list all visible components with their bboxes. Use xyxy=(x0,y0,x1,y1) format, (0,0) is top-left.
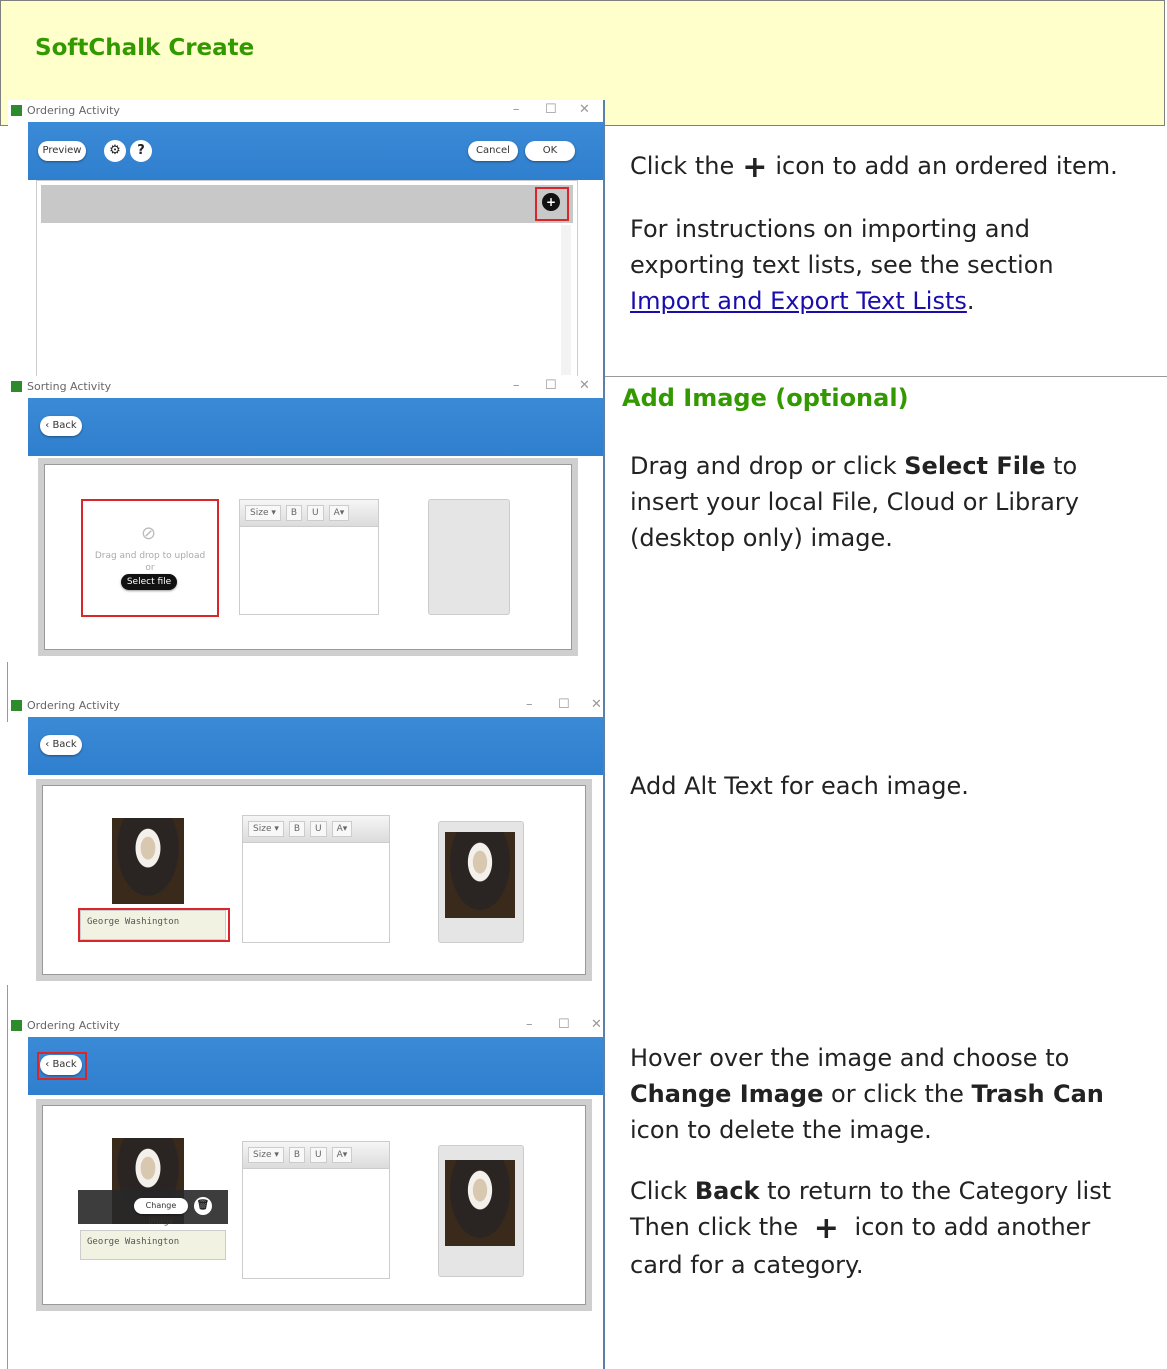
underline-button[interactable]: U xyxy=(307,505,324,521)
size-dropdown[interactable]: Size ▾ xyxy=(248,821,284,837)
image-icon: ⊘ xyxy=(141,523,157,544)
window-title: Ordering Activity xyxy=(27,1019,120,1032)
import-export-link[interactable]: Import and Export Text Lists xyxy=(630,287,967,315)
change-image-button[interactable]: Change image xyxy=(134,1198,188,1226)
toolbar: Preview ⚙ ? Cancel OK xyxy=(28,122,603,180)
back-button[interactable]: ‹ Back xyxy=(40,416,82,436)
maximize-icon[interactable]: ☐ xyxy=(545,102,557,117)
alt-text-instruction: Add Alt Text for each image. xyxy=(630,772,969,800)
ok-button[interactable]: OK xyxy=(525,141,575,161)
maximize-icon[interactable]: ☐ xyxy=(558,1017,570,1032)
toolbar: ‹ Back xyxy=(28,398,603,456)
app-icon xyxy=(11,1020,22,1031)
scrollbar[interactable] xyxy=(561,225,571,375)
minimize-icon[interactable]: – xyxy=(526,1017,533,1032)
underline-button[interactable]: U xyxy=(310,821,327,837)
add-image-heading: Add Image (optional) xyxy=(622,384,909,412)
import-instruction: For instructions on importing and export… xyxy=(630,215,1054,315)
select-file-button[interactable]: Select file xyxy=(121,574,177,590)
text-editor[interactable]: Size ▾ B U A▾ xyxy=(242,1141,390,1279)
window-title: Ordering Activity xyxy=(27,699,120,712)
or-text: or xyxy=(145,563,155,573)
card-portrait xyxy=(445,1160,515,1246)
bold-button[interactable]: B xyxy=(288,1147,306,1163)
bold-button[interactable]: B xyxy=(288,821,306,837)
back-highlight xyxy=(37,1052,87,1080)
step-3-text: Add Alt Text for each image. xyxy=(630,768,1140,829)
format-toolbar: Size ▾ B U A▾ xyxy=(240,500,378,527)
card-preview xyxy=(438,1145,524,1277)
app-icon xyxy=(11,105,22,116)
plus-icon: + xyxy=(813,1211,839,1246)
step-2-text: Drag and drop or click Select File to in… xyxy=(630,448,1140,581)
bold-button[interactable]: B xyxy=(285,505,303,521)
color-button[interactable]: A▾ xyxy=(331,821,353,837)
alt-text-field[interactable]: George Washington xyxy=(80,1230,226,1260)
app-icon xyxy=(11,700,22,711)
size-dropdown[interactable]: Size ▾ xyxy=(248,1147,284,1163)
preview-button[interactable]: Preview xyxy=(38,141,86,161)
page-title: SoftChalk Create xyxy=(35,35,255,61)
card-portrait xyxy=(445,832,515,918)
alt-text-screenshot: Ordering Activity – ☐ ✕ ‹ Back George Wa… xyxy=(8,695,603,985)
toolbar: ‹ Back xyxy=(28,1037,603,1095)
underline-button[interactable]: U xyxy=(310,1147,327,1163)
window-titlebar: Sorting Activity – ☐ ✕ xyxy=(8,376,603,398)
add-item-instruction: Click the + icon to add an ordered item. xyxy=(630,150,1118,185)
window-titlebar: Ordering Activity – ☐ ✕ xyxy=(8,100,603,122)
window-titlebar: Ordering Activity – ☐ ✕ xyxy=(8,1015,603,1037)
upload-hint: Drag and drop to upload xyxy=(94,551,206,561)
gear-icon[interactable]: ⚙ xyxy=(104,140,126,162)
window-title: Ordering Activity xyxy=(27,104,120,117)
image-hover-overlay: Change image 🗑 xyxy=(78,1190,228,1226)
app-icon xyxy=(11,381,22,392)
ordering-activity-screenshot: Ordering Activity – ☐ ✕ Preview ⚙ ? Canc… xyxy=(8,100,603,376)
add-item-icon[interactable]: + xyxy=(542,193,560,211)
close-icon[interactable]: ✕ xyxy=(591,697,602,712)
change-image-instruction: Hover over the image and choose to Chang… xyxy=(630,1044,1104,1144)
format-toolbar: Size ▾ B U A▾ xyxy=(243,1142,389,1169)
trash-icon[interactable]: 🗑 xyxy=(194,1197,212,1215)
minimize-icon[interactable]: – xyxy=(513,378,520,393)
color-button[interactable]: A▾ xyxy=(328,505,350,521)
items-area: + xyxy=(36,180,578,376)
format-toolbar: Size ▾ B U A▾ xyxy=(243,816,389,843)
card-editor-panel: Change image 🗑 George Washington Size ▾ B… xyxy=(36,1099,592,1311)
cancel-button[interactable]: Cancel xyxy=(468,141,518,161)
maximize-icon[interactable]: ☐ xyxy=(545,378,557,393)
alt-text-highlight xyxy=(78,908,230,942)
step-4-text: Hover over the image and choose to Chang… xyxy=(630,1040,1140,1308)
maximize-icon[interactable]: ☐ xyxy=(558,697,570,712)
select-file-instruction: Drag and drop or click Select File to in… xyxy=(630,452,1079,552)
portrait-image[interactable] xyxy=(112,818,184,904)
size-dropdown[interactable]: Size ▾ xyxy=(245,505,281,521)
column-divider xyxy=(603,100,605,1369)
text-editor[interactable]: Size ▾ B U A▾ xyxy=(239,499,379,615)
back-button[interactable]: ‹ Back xyxy=(40,735,82,755)
sorting-activity-screenshot: Sorting Activity – ☐ ✕ ‹ Back ⊘ Drag and… xyxy=(8,376,603,662)
window-titlebar: Ordering Activity – ☐ ✕ xyxy=(8,695,603,717)
plus-icon: + xyxy=(742,150,768,185)
minimize-icon[interactable]: – xyxy=(513,102,520,117)
back-instruction: Click Back to return to the Category lis… xyxy=(630,1177,1112,1279)
text-editor[interactable]: Size ▾ B U A▾ xyxy=(242,815,390,943)
card-editor-panel: George Washington Size ▾ B U A▾ xyxy=(36,779,592,981)
row-divider xyxy=(605,376,1167,377)
minimize-icon[interactable]: – xyxy=(526,697,533,712)
toolbar: ‹ Back xyxy=(28,717,603,775)
card-preview xyxy=(438,821,524,943)
item-bar xyxy=(41,185,573,223)
close-icon[interactable]: ✕ xyxy=(579,378,590,393)
card-preview xyxy=(428,499,510,615)
window-title: Sorting Activity xyxy=(27,380,112,393)
close-icon[interactable]: ✕ xyxy=(591,1017,602,1032)
card-editor-panel: ⊘ Drag and drop to upload or Select file… xyxy=(38,458,578,656)
change-image-screenshot: Ordering Activity – ☐ ✕ ‹ Back Change im… xyxy=(8,1015,603,1325)
step-1-text: Click the + icon to add an ordered item. F… xyxy=(630,148,1140,344)
color-button[interactable]: A▾ xyxy=(331,1147,353,1163)
close-icon[interactable]: ✕ xyxy=(579,102,590,117)
help-icon[interactable]: ? xyxy=(130,140,152,162)
image-drop-zone[interactable]: ⊘ Drag and drop to upload or Select file xyxy=(81,499,219,617)
